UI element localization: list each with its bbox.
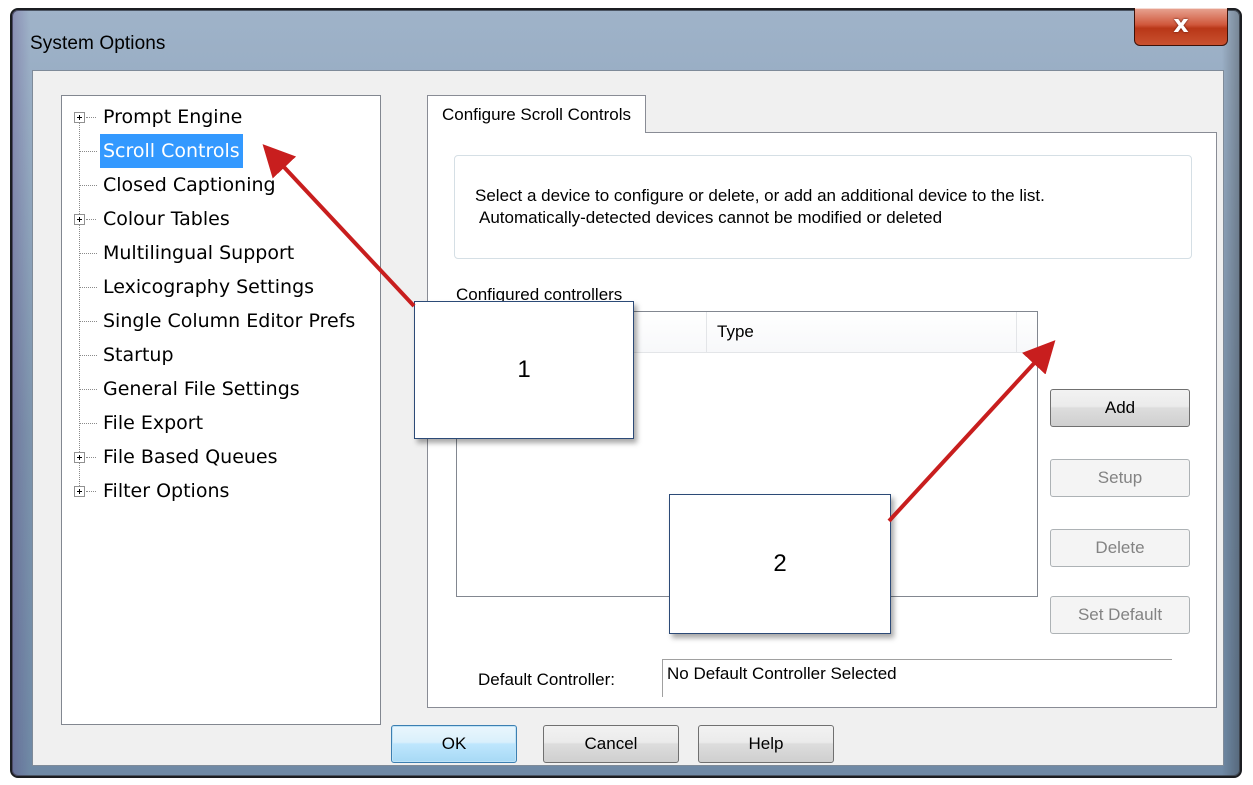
callout-box-1: 1 — [414, 301, 634, 439]
tree-connector — [79, 253, 97, 254]
tree-connector — [86, 219, 96, 220]
tree-item-label: Prompt Engine — [103, 106, 243, 128]
expand-plus-icon[interactable] — [74, 112, 85, 123]
info-text-line-2: Automatically-detected devices cannot be… — [479, 208, 943, 227]
tree-connector — [86, 457, 96, 458]
tree-item-label: Single Column Editor Prefs — [103, 310, 356, 332]
tab-configure-scroll-controls[interactable]: Configure Scroll Controls — [427, 95, 646, 133]
expand-plus-icon[interactable] — [74, 486, 85, 497]
default-controller-label: Default Controller: — [478, 670, 616, 689]
tree-item-label: File Based Queues — [103, 446, 278, 468]
tree-item-label: Scroll Controls — [100, 134, 243, 168]
tree-item-label: Filter Options — [103, 480, 230, 502]
setup-button[interactable]: Setup — [1050, 459, 1190, 497]
set-default-button[interactable]: Set Default — [1050, 596, 1190, 634]
column-header-extra[interactable] — [1017, 312, 1037, 352]
tree-item-label: Lexicography Settings — [103, 276, 315, 298]
title-bar[interactable]: System Options x — [12, 8, 1240, 72]
screen: System Options x Prompt Engine Scroll Co… — [0, 0, 1253, 785]
tree-connector — [79, 423, 97, 424]
tree-connector — [79, 151, 97, 152]
options-tree[interactable]: Prompt Engine Scroll Controls Closed Cap… — [61, 95, 381, 725]
tree-item-label: General File Settings — [103, 378, 300, 400]
tree-item-label: Closed Captioning — [103, 174, 276, 196]
tree-connector — [79, 287, 97, 288]
tree-connector — [79, 389, 97, 390]
close-button[interactable]: x — [1134, 8, 1228, 46]
tree-item-label: Multilingual Support — [103, 242, 295, 264]
info-box: Select a device to configure or delete, … — [454, 155, 1192, 259]
default-controller-field: No Default Controller Selected — [662, 659, 1172, 697]
help-button[interactable]: Help — [698, 725, 834, 763]
tree-connector — [86, 491, 96, 492]
tree-connector — [79, 185, 97, 186]
expand-plus-icon[interactable] — [74, 452, 85, 463]
tree-connector — [79, 355, 97, 356]
tree-connector — [86, 117, 96, 118]
tree-item-label: Startup — [103, 344, 174, 366]
tree-item-label: File Export — [103, 412, 204, 434]
tree-item-label: Colour Tables — [103, 208, 230, 230]
expand-plus-icon[interactable] — [74, 214, 85, 225]
ok-button[interactable]: OK — [391, 725, 517, 763]
window-title: System Options — [30, 33, 166, 54]
cancel-button[interactable]: Cancel — [543, 725, 679, 763]
tree-connector — [79, 321, 97, 322]
delete-button[interactable]: Delete — [1050, 529, 1190, 567]
callout-box-2: 2 — [669, 494, 891, 634]
column-header-type[interactable]: Type — [707, 312, 1017, 352]
info-text-line-1: Select a device to configure or delete, … — [475, 186, 1045, 205]
tree-guide-line — [79, 118, 80, 490]
close-icon: x — [1173, 10, 1189, 38]
add-button[interactable]: Add — [1050, 389, 1190, 427]
